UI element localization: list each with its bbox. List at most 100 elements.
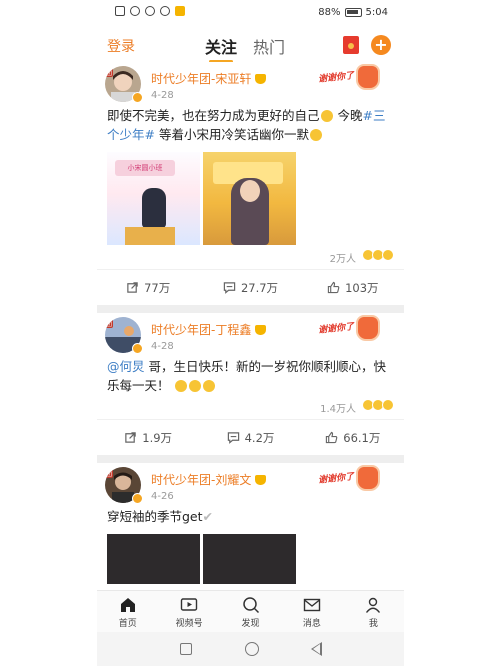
search-icon [242, 597, 259, 614]
nav-home[interactable]: 首页 [97, 591, 158, 632]
post-text: 穿短袖的季节get✔ [97, 507, 404, 526]
sticker-text: 谢谢你了 [317, 71, 355, 85]
repost-button[interactable]: 77万 [97, 270, 199, 305]
likes-summary[interactable]: 2万人 [97, 245, 404, 269]
cake-emoji-icon [202, 380, 215, 392]
person-figure [142, 188, 166, 228]
member-crown-icon [255, 73, 267, 84]
avatar-badge-icon: 团 [105, 68, 114, 77]
notification-icon [115, 6, 125, 16]
repost-icon [127, 282, 138, 293]
post-image[interactable]: 小宋圆小班 [107, 152, 200, 245]
comment-button[interactable]: 4.2万 [199, 420, 301, 455]
comment-count: 4.2万 [244, 430, 275, 445]
comment-count: 27.7万 [240, 280, 279, 295]
status-right: 88% 5:04 [318, 7, 388, 18]
home-circle-icon[interactable] [245, 642, 259, 656]
tab-hot[interactable]: 热门 [253, 34, 285, 58]
nav-video[interactable]: 视频号 [158, 591, 219, 632]
verified-icon [132, 92, 143, 103]
login-button[interactable]: 登录 [107, 36, 135, 56]
post[interactable]: 团 时代少年团-刘耀文 4-26 谢谢你了 穿短袖的季节get✔ [97, 463, 404, 584]
nav-messages[interactable]: 消息 [281, 591, 342, 632]
paw-icon [356, 465, 380, 491]
reaction-emojis [362, 249, 394, 261]
avatar-badge-icon: 团 [105, 469, 114, 478]
card-sticker[interactable]: 谢谢你了 [318, 315, 380, 345]
sticker-text: 谢谢你了 [317, 322, 355, 336]
video-icon [180, 598, 198, 611]
paw-icon [356, 315, 380, 341]
post-image[interactable] [203, 534, 296, 584]
card-sticker[interactable]: 谢谢你了 [318, 64, 380, 94]
author-name[interactable]: 时代少年团-宋亚轩 [151, 70, 267, 87]
feed: 团 时代少年团-宋亚轩 4-28 谢谢你了 即使不完美，也在努力成为更好的自己 … [97, 62, 404, 584]
post[interactable]: 团 时代少年团-丁程鑫 4-28 谢谢你了 @何炅 哥，生日快乐！新的一岁祝你顺… [97, 313, 404, 455]
top-nav: 登录 关注 热门 + [97, 28, 404, 63]
verified-icon [132, 493, 143, 504]
post-image[interactable] [107, 534, 200, 584]
card-sticker[interactable]: 谢谢你了 [318, 465, 380, 495]
avatar-badge-icon: 团 [105, 319, 114, 328]
post-date: 4-26 [151, 491, 174, 502]
text-segment: 等着小宋用冷笑话幽你一默 [158, 127, 309, 142]
post-text: @何炅 哥，生日快乐！新的一岁祝你顺利顺心，快乐每一天！ [97, 357, 404, 395]
status-bar: 88% 5:04 [97, 0, 404, 26]
post-images: 小宋圆小班 [97, 152, 404, 245]
mail-icon [303, 598, 321, 612]
repost-count: 1.9万 [142, 430, 173, 445]
smile-emoji-icon [309, 129, 322, 141]
feed-tabs: 关注 热门 [205, 34, 285, 63]
nav-me[interactable]: 我 [343, 591, 404, 632]
cake-emoji-icon [174, 380, 187, 392]
like-button[interactable]: 66.1万 [302, 420, 404, 455]
likes-count: 1.4万人 [320, 404, 356, 415]
post-images [97, 534, 404, 584]
post-header: 团 时代少年团-刘耀文 4-26 谢谢你了 [97, 463, 404, 507]
post-header: 团 时代少年团-宋亚轩 4-28 谢谢你了 [97, 62, 404, 106]
post-actions: 77万 27.7万 103万 [97, 269, 404, 305]
reaction-emojis [362, 399, 394, 411]
author-name[interactable]: 时代少年团-丁程鑫 [151, 321, 267, 338]
weibo-icon [175, 6, 185, 16]
author-name[interactable]: 时代少年团-刘耀文 [151, 471, 267, 488]
red-packet-icon[interactable] [343, 36, 359, 54]
verified-icon [132, 343, 143, 354]
back-icon[interactable] [311, 642, 322, 656]
text-segment: 哥，生日快乐！新的一岁祝你顺利顺心，快乐每一天！ [107, 359, 386, 393]
author-name-text: 时代少年团-宋亚轩 [151, 72, 252, 86]
like-button[interactable]: 103万 [302, 270, 404, 305]
text-segment: 即使不完美，也在努力成为更好的自己 [107, 108, 320, 123]
likes-summary[interactable]: 1.4万人 [97, 395, 404, 419]
nav-discover[interactable]: 发现 [220, 591, 281, 632]
person-icon [366, 597, 381, 613]
person-face [240, 180, 260, 202]
nav-label: 消息 [302, 619, 321, 629]
recents-icon[interactable] [180, 643, 192, 655]
author-name-text: 时代少年团-刘耀文 [151, 473, 252, 487]
tab-following[interactable]: 关注 [205, 34, 237, 63]
text-segment: 今晚 [337, 108, 363, 123]
nav-label: 发现 [241, 619, 260, 629]
post-image[interactable] [203, 152, 296, 245]
post-actions: 1.9万 4.2万 66.1万 [97, 419, 404, 455]
nav-label: 我 [368, 619, 378, 629]
post[interactable]: 团 时代少年团-宋亚轩 4-28 谢谢你了 即使不完美，也在努力成为更好的自己 … [97, 62, 404, 305]
member-crown-icon [255, 474, 267, 485]
compose-button[interactable]: + [371, 35, 391, 55]
thumbs-up-icon [326, 431, 338, 444]
battery-percent: 88% [318, 7, 341, 18]
cake-emoji-icon [188, 380, 201, 392]
nav-label: 视频号 [175, 619, 203, 629]
repost-count: 77万 [144, 280, 171, 295]
battery-icon [344, 8, 362, 17]
comment-button[interactable]: 27.7万 [199, 270, 301, 305]
clock: 5:04 [365, 7, 388, 18]
repost-icon [125, 432, 137, 443]
status-icons [115, 6, 185, 16]
repost-button[interactable]: 1.9万 [97, 420, 199, 455]
nav-label: 首页 [118, 619, 137, 629]
system-nav-bar [97, 632, 404, 666]
mention-link[interactable]: @何炅 [107, 359, 145, 374]
post-date: 4-28 [151, 341, 174, 352]
